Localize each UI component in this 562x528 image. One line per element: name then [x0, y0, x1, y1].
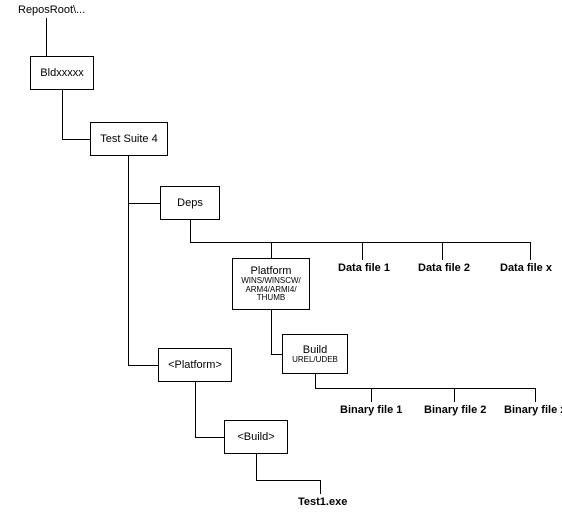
label-binaryfile-2: Binary file 2	[424, 404, 486, 416]
connector	[190, 220, 191, 242]
node-build-sub: UREL/UDEB	[292, 356, 338, 365]
connector	[371, 388, 372, 402]
node-platform: Platform WINS/WINSCW/ ARM4/ARMI4/ THUMB	[232, 258, 310, 310]
node-deps: Deps	[160, 186, 220, 220]
node-testsuite-label: Test Suite 4	[100, 133, 157, 145]
connector	[128, 365, 158, 366]
connector	[530, 242, 531, 260]
label-datafile-1: Data file 1	[338, 262, 390, 274]
connector	[62, 90, 63, 139]
connector	[271, 354, 282, 355]
connector	[256, 480, 320, 481]
connector	[128, 156, 129, 366]
connector	[128, 203, 160, 204]
connector	[320, 480, 321, 494]
label-binaryfile-1: Binary file 1	[340, 404, 402, 416]
node-deps-label: Deps	[177, 197, 203, 209]
node-build2: <Build>	[224, 420, 288, 454]
node-platform-title: Platform	[251, 265, 292, 277]
connector	[190, 242, 530, 243]
node-platform-sub: WINS/WINSCW/ ARM4/ARMI4/ THUMB	[237, 277, 305, 303]
connector	[362, 242, 363, 260]
connector	[195, 382, 196, 437]
node-bld-label: Bldxxxxx	[40, 67, 83, 79]
connector	[315, 374, 316, 388]
connector	[62, 139, 90, 140]
node-platform2: <Platform>	[158, 348, 232, 382]
connector	[454, 388, 455, 402]
label-datafile-2: Data file 2	[418, 262, 470, 274]
node-build2-label: <Build>	[237, 431, 274, 443]
directory-tree-diagram: ReposRoot\... Bldxxxxx Test Suite 4 Deps…	[0, 0, 562, 528]
connector	[315, 388, 535, 389]
node-bld: Bldxxxxx	[30, 56, 94, 90]
node-testsuite: Test Suite 4	[90, 122, 168, 156]
connector	[535, 388, 536, 402]
root-label: ReposRoot\...	[18, 4, 85, 16]
node-build-title: Build	[303, 344, 327, 356]
connector	[256, 454, 257, 480]
label-test-exe: Test1.exe	[298, 496, 347, 508]
label-datafile-x: Data file x	[500, 262, 552, 274]
label-binaryfile-x: Binary file x	[504, 404, 562, 416]
connector	[46, 18, 47, 56]
node-build: Build UREL/UDEB	[282, 334, 348, 374]
connector	[195, 437, 224, 438]
connector	[271, 242, 272, 258]
node-platform2-label: <Platform>	[168, 359, 222, 371]
connector	[442, 242, 443, 260]
connector	[271, 310, 272, 354]
